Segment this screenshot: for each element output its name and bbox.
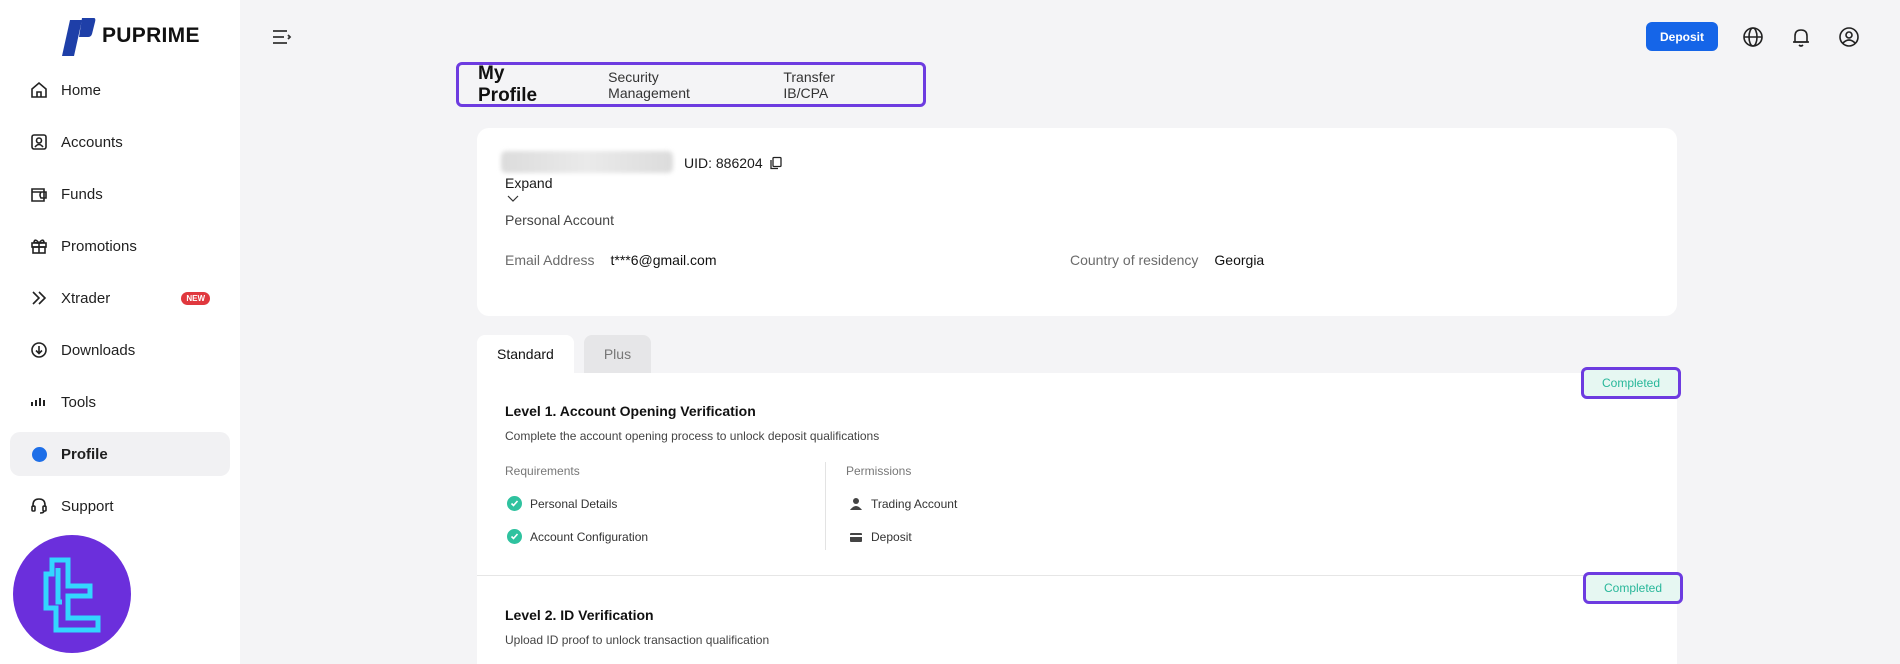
tab-plus[interactable]: Plus (583, 335, 652, 373)
profile-card: UID: 886204 Expand Personal Account Emai… (477, 128, 1677, 316)
sidebar-item-tools[interactable]: Tools (10, 380, 230, 424)
user-circle-icon[interactable] (1836, 24, 1862, 50)
wallet-icon (28, 183, 50, 205)
permission-item: Deposit (848, 529, 912, 544)
expand-toggle[interactable]: Expand (505, 175, 552, 191)
sidebar: PUPRIME Home Accounts Funds Promotions X… (0, 0, 240, 664)
download-icon (28, 339, 50, 361)
blurred-username (501, 151, 673, 173)
dot-icon (28, 443, 50, 465)
requirement-item: Account Configuration (507, 529, 648, 544)
sidebar-item-accounts[interactable]: Accounts (10, 120, 230, 164)
check-circle-icon (507, 496, 522, 511)
bell-icon[interactable] (1788, 24, 1814, 50)
card-icon (848, 529, 863, 544)
requirements-label: Requirements (505, 464, 580, 478)
requirement-label: Personal Details (530, 496, 618, 511)
signal-bars-icon (28, 391, 50, 413)
deposit-button[interactable]: Deposit (1645, 22, 1718, 51)
sidebar-item-label: Tools (61, 393, 97, 411)
status-badge: Completed (1581, 367, 1681, 399)
brand-logo[interactable]: PUPRIME (52, 14, 200, 58)
level-description: Upload ID proof to unlock transaction qu… (505, 633, 770, 647)
verification-tabs: Standard Plus (477, 335, 652, 373)
tab-security-management[interactable]: Security Management (608, 69, 743, 101)
status-badge: Completed (1583, 572, 1683, 604)
sidebar-item-promotions[interactable]: Promotions (10, 224, 230, 268)
uid-label: UID: 886204 (684, 155, 763, 171)
new-badge: NEW (181, 291, 210, 305)
permissions-label: Permissions (846, 464, 912, 478)
email-row: Email Address t***6@gmail.com (505, 252, 717, 268)
email-label: Email Address (505, 252, 595, 268)
topbar-actions: Deposit (1645, 22, 1862, 51)
profile-tabs: My Profile Security Management Transfer … (456, 62, 926, 107)
level-divider (477, 575, 1677, 576)
sidebar-item-label: Support (61, 497, 114, 515)
headset-icon (28, 495, 50, 517)
sidebar-item-profile[interactable]: Profile (10, 432, 230, 476)
home-icon (28, 79, 50, 101)
sidebar-item-downloads[interactable]: Downloads (10, 328, 230, 372)
account-type: Personal Account (505, 212, 614, 228)
watermark-logo (13, 535, 131, 653)
sidebar-item-label: Xtrader (61, 289, 111, 307)
sidebar-item-support[interactable]: Support (10, 484, 230, 528)
verification-levels: Completed Level 1. Account Opening Verif… (477, 367, 1683, 664)
sidebar-item-xtrader[interactable]: Xtrader NEW (10, 276, 230, 320)
gift-icon (28, 235, 50, 257)
chevrons-icon (28, 287, 50, 309)
sidebar-item-home[interactable]: Home (10, 68, 230, 112)
permission-label: Deposit (871, 529, 912, 544)
sidebar-item-label: Home (61, 81, 102, 99)
level-description: Complete the account opening process to … (505, 429, 880, 443)
watermark-logo-icon (43, 557, 101, 633)
column-divider (825, 462, 826, 550)
requirement-item: Personal Details (507, 496, 617, 511)
sidebar-item-label: Accounts (61, 133, 123, 151)
tab-transfer-ib-cpa[interactable]: Transfer IB/CPA (783, 69, 883, 101)
sidebar-item-label: Profile (61, 445, 108, 463)
sidebar-item-label: Funds (61, 185, 103, 203)
country-row: Country of residency Georgia (1070, 252, 1264, 268)
brand-name: PUPRIME (102, 24, 200, 47)
country-value: Georgia (1214, 252, 1265, 268)
account-icon (28, 131, 50, 153)
permission-label: Trading Account (871, 496, 958, 511)
tab-standard[interactable]: Standard (477, 335, 574, 373)
uid: UID: 886204 (684, 155, 783, 171)
sidebar-item-label: Downloads (61, 341, 136, 359)
tab-my-profile[interactable]: My Profile (478, 63, 568, 107)
requirement-label: Account Configuration (530, 529, 649, 544)
level-title: Level 1. Account Opening Verification (505, 403, 756, 419)
permission-item: Trading Account (848, 496, 957, 511)
country-label: Country of residency (1070, 252, 1199, 268)
globe-icon[interactable] (1740, 24, 1766, 50)
check-circle-icon (507, 529, 522, 544)
person-icon (848, 496, 863, 511)
sidebar-item-funds[interactable]: Funds (10, 172, 230, 216)
level-title: Level 2. ID Verification (505, 607, 654, 623)
copy-icon[interactable] (769, 156, 783, 170)
sidebar-item-label: Promotions (61, 237, 137, 255)
sidebar-nav: Home Accounts Funds Promotions Xtrader N… (10, 68, 230, 536)
chevron-down-icon[interactable] (507, 193, 519, 203)
email-value: t***6@gmail.com (610, 252, 717, 268)
puprime-logo-icon (62, 18, 96, 56)
menu-toggle-icon[interactable] (270, 26, 292, 48)
